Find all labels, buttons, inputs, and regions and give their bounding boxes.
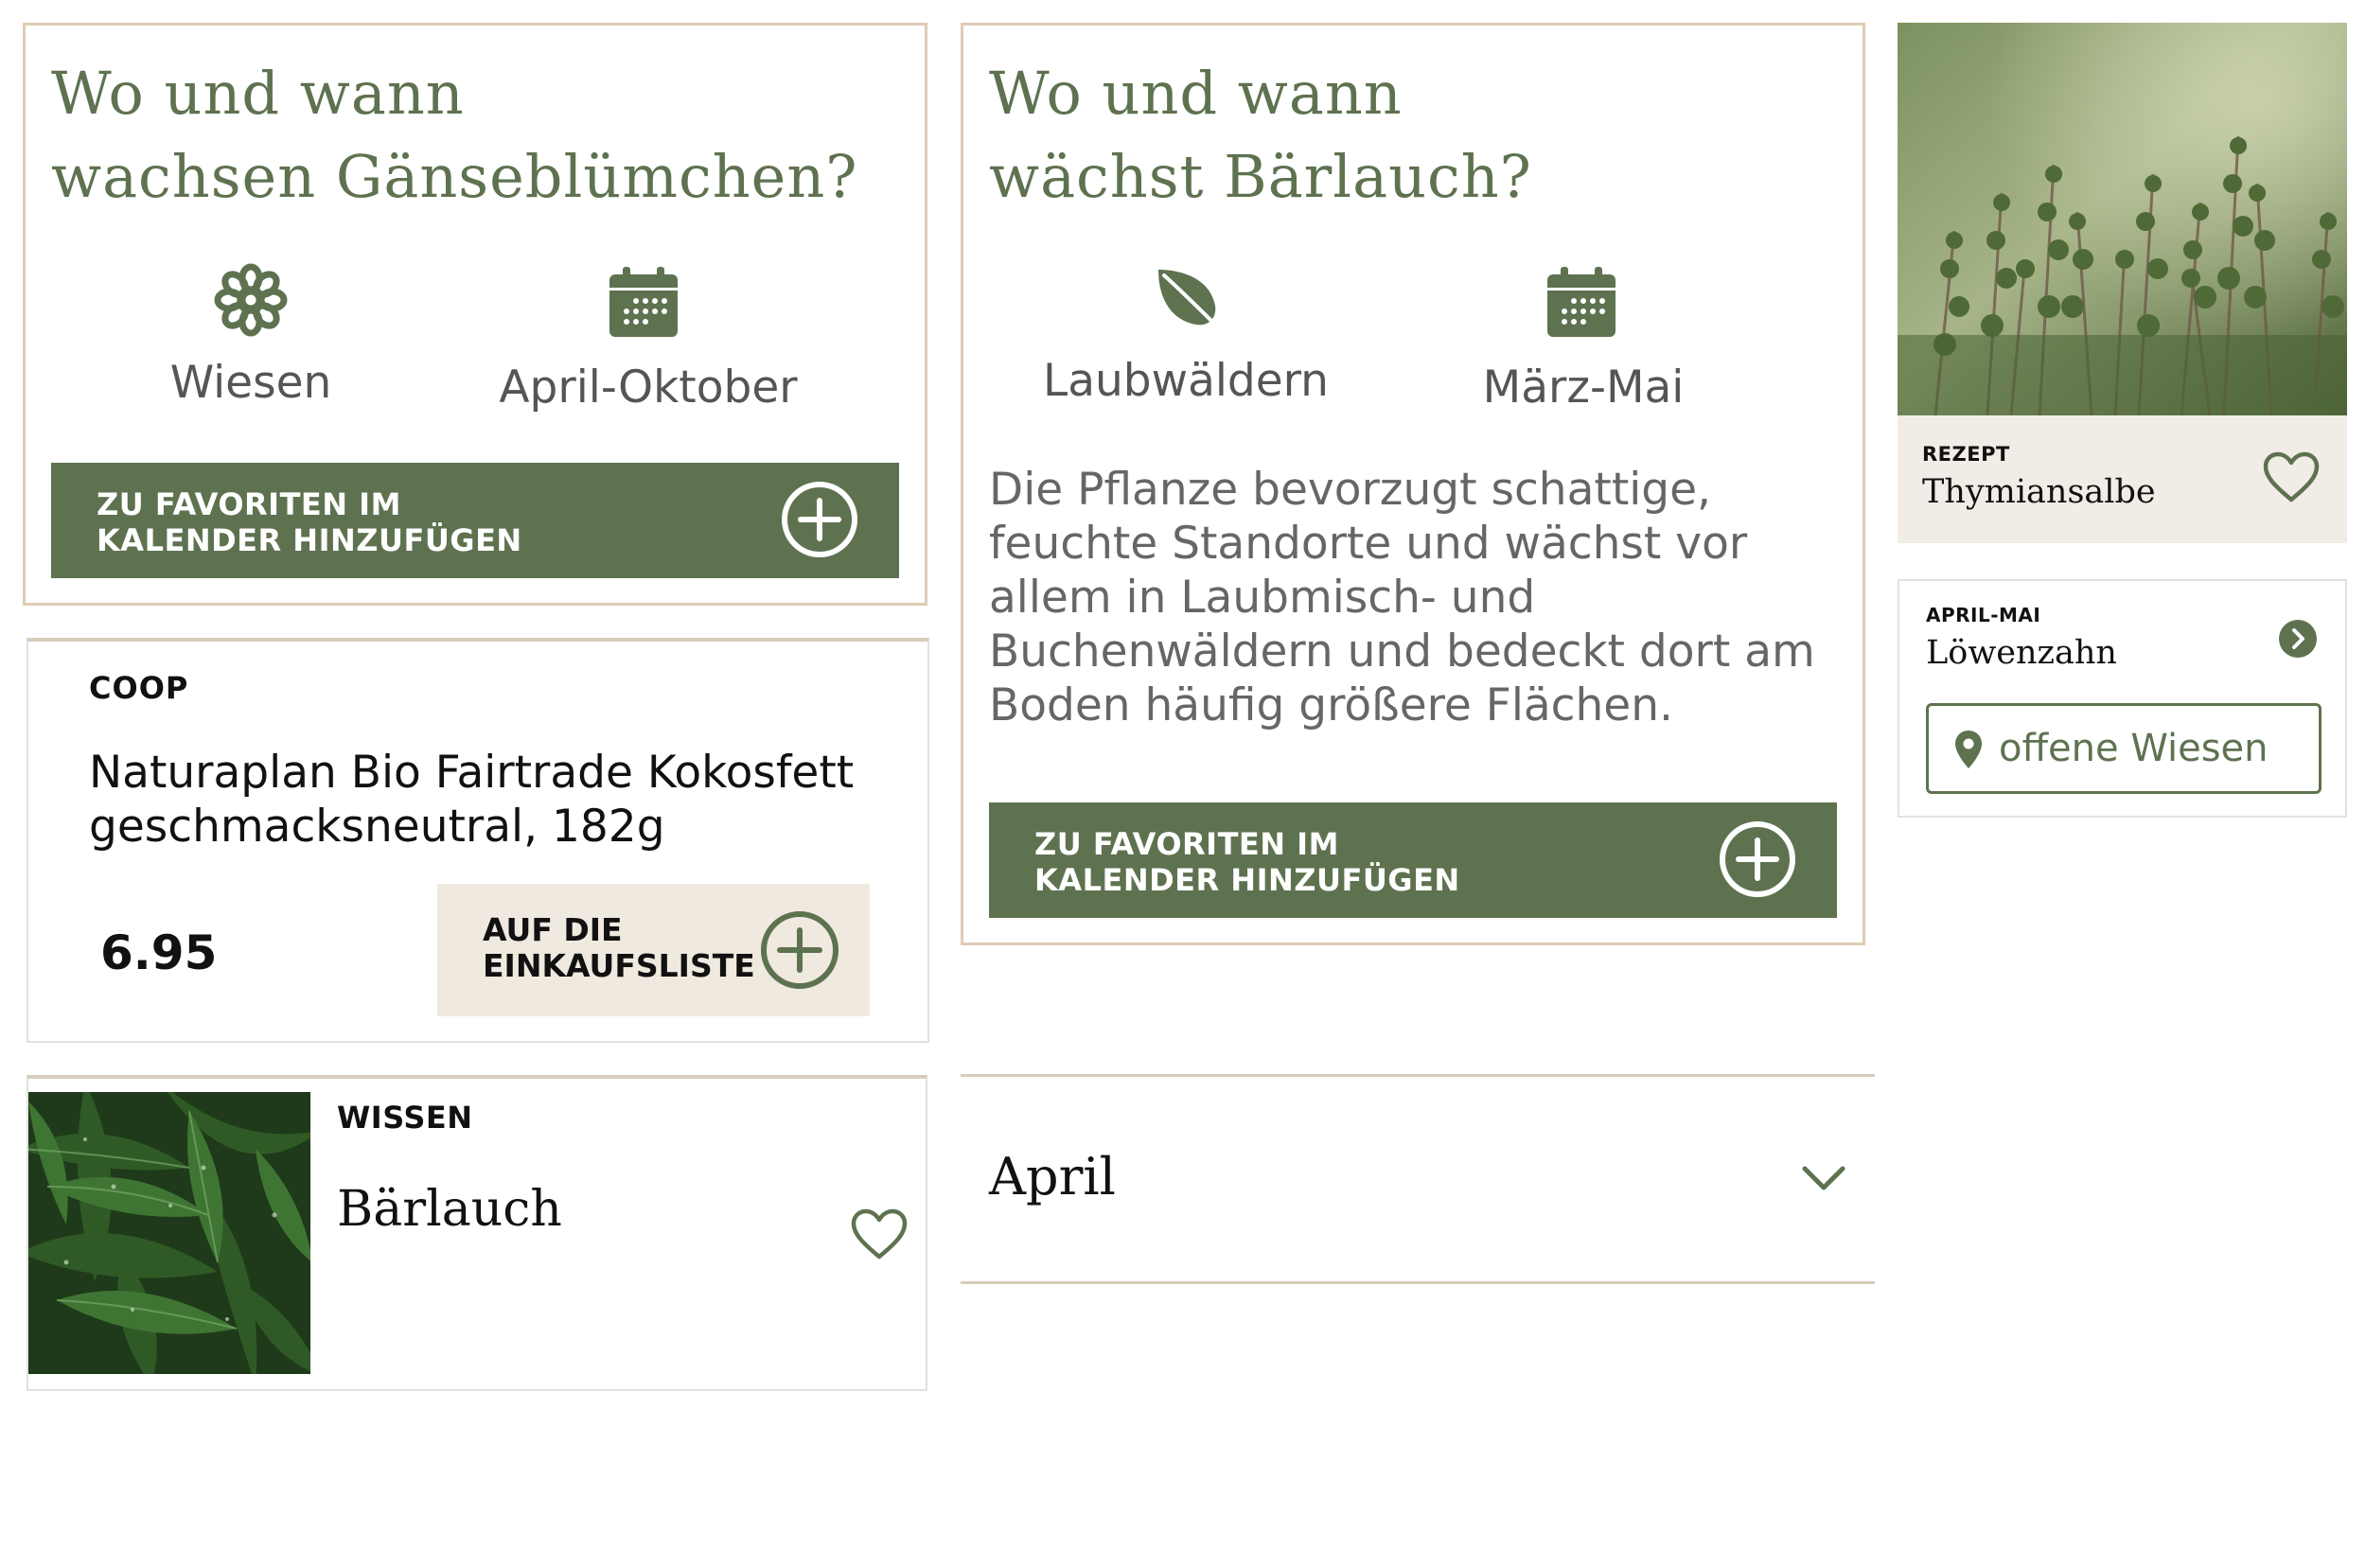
flower-icon — [214, 263, 288, 337]
plus-circle-icon — [761, 911, 839, 989]
leaf-icon — [1158, 269, 1221, 330]
season-card: APRIL-MAI Löwenzahn offene Wiesen — [1898, 579, 2347, 818]
calendar-icon — [609, 267, 678, 337]
recipe-category: REZEPT — [1922, 443, 2010, 466]
accordion-label: April — [989, 1147, 1116, 1207]
recipe-card[interactable]: REZEPT Thymiansalbe — [1898, 23, 2347, 543]
description-text: Die Pflanze bevorzugt schattige, feuchte… — [989, 464, 1815, 731]
location-button-label: offene Wiesen — [1999, 727, 2269, 770]
location-label: Laubwäldern — [1043, 355, 1329, 407]
product-card: COOP Naturaplan Bio Fairtrade Kokosfett … — [26, 638, 929, 1043]
card-title: Wo und wann wächst Bärlauch? — [989, 59, 1532, 211]
heart-icon[interactable] — [850, 1207, 909, 1262]
recipe-title: Thymiansalbe — [1922, 473, 2156, 511]
season-label: April-Oktober — [499, 361, 798, 414]
location-button[interactable]: offene Wiesen — [1926, 703, 2322, 794]
accordion-april[interactable]: April — [961, 1074, 1875, 1284]
product-brand: COOP — [89, 670, 189, 706]
add-to-favorites-button[interactable]: ZU FAVORITEN IM KALENDER HINZUFÜGEN — [51, 463, 899, 578]
add-to-favorites-button[interactable]: ZU FAVORITEN IM KALENDER HINZUFÜGEN — [989, 802, 1837, 918]
barlauch-photo — [28, 1092, 310, 1374]
product-price: 6.95 — [100, 925, 218, 980]
location-label: Wiesen — [169, 357, 332, 409]
chevron-right-circle-icon[interactable] — [2278, 619, 2318, 659]
chevron-down-icon — [1802, 1166, 1845, 1190]
add-to-shopping-list-button[interactable]: AUF DIE EINKAUFSLISTE — [437, 884, 870, 1016]
plus-circle-icon — [782, 482, 857, 557]
knowledge-category: WISSEN — [337, 1100, 473, 1136]
season-period: APRIL-MAI — [1926, 604, 2041, 626]
heart-icon[interactable] — [2262, 450, 2321, 505]
knowledge-card[interactable]: WISSEN Bärlauch — [26, 1075, 927, 1391]
calendar-icon — [1547, 267, 1616, 337]
knowledge-title: Bärlauch — [337, 1181, 562, 1238]
product-name: Naturaplan Bio Fairtrade Kokosfett gesch… — [89, 747, 855, 853]
map-pin-icon — [1955, 731, 1982, 768]
plus-circle-icon — [1720, 821, 1795, 897]
thyme-photo — [1898, 23, 2347, 415]
season-label: März-Mai — [1482, 361, 1685, 414]
daisy-info-card: Wo und wann wachsen Gänseblümchen? Wiese… — [23, 23, 927, 606]
barlauch-info-card: Wo und wann wächst Bärlauch? Laubwäldern… — [961, 23, 1865, 945]
season-title: Löwenzahn — [1926, 634, 2117, 672]
card-title: Wo und wann wachsen Gänseblümchen? — [51, 59, 858, 211]
